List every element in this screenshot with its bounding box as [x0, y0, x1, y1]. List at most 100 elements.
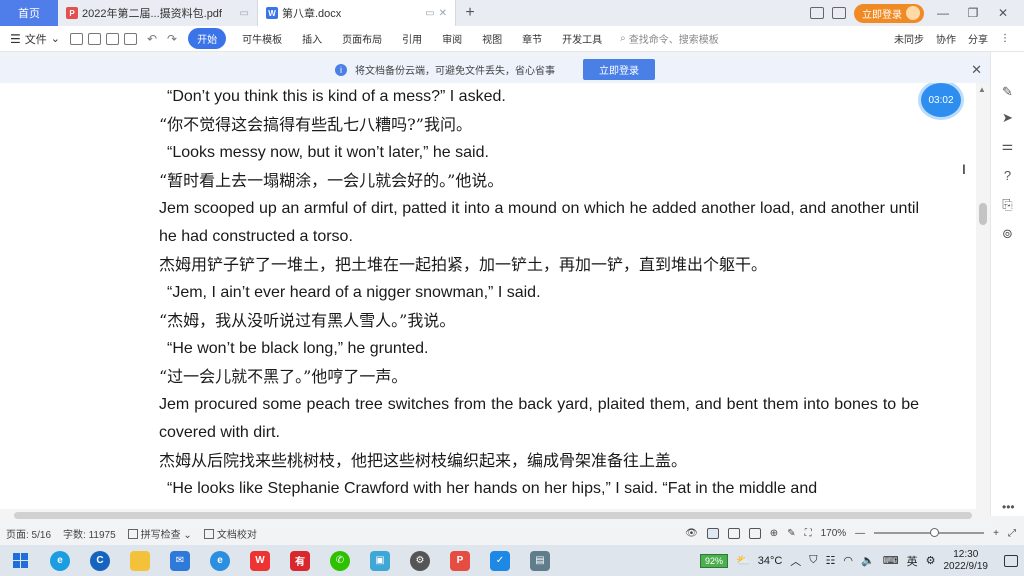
paragraph-en[interactable]: Jem scooped up an armful of dirt, patted… — [159, 195, 919, 251]
shield-icon[interactable]: ⛉ — [809, 554, 817, 567]
tab-window-icon[interactable]: ▭ — [425, 8, 434, 19]
paragraph-en[interactable]: “He looks like Stephanie Crawford with h… — [159, 475, 919, 503]
clock[interactable]: 12:30 2022/9/19 — [944, 549, 989, 573]
vertical-scrollbar[interactable]: ▲ — [976, 83, 990, 509]
export-icon[interactable] — [87, 32, 101, 45]
paragraph-en[interactable]: “Don’t you think this is kind of a mess?… — [159, 83, 919, 111]
paragraph-zh[interactable]: “过一会儿就不黑了。”他哼了一声。 — [159, 363, 919, 391]
web-view-icon[interactable]: ⊕ — [770, 528, 778, 539]
redo-icon[interactable]: ↷ — [167, 32, 177, 46]
outline-view-icon[interactable] — [727, 527, 740, 539]
tab-pdf-document[interactable]: P 2022年第二届...摄资料包.pdf ▭ — [58, 0, 258, 26]
paragraph-zh[interactable]: “你不觉得这会搞得有些乱七八糟吗?”我问。 — [159, 111, 919, 139]
paragraph-en[interactable]: “He won’t be black long,” he grunted. — [159, 335, 919, 363]
settings-sliders-icon[interactable]: ⚌ — [1000, 138, 1015, 153]
login-button[interactable]: 立即登录 — [854, 3, 924, 23]
apps-grid-icon[interactable] — [832, 7, 846, 19]
page-view-icon[interactable] — [706, 527, 719, 539]
command-search[interactable]: ⌕ 查找命令、搜索模板 — [620, 31, 719, 46]
taskbar-mail[interactable]: ✉ — [160, 545, 200, 576]
taskbar-wps[interactable]: W — [240, 545, 280, 576]
spell-check-toggle[interactable]: 拼写检查 ⌄ — [127, 526, 192, 541]
menu-sections[interactable]: 章节 — [512, 31, 552, 46]
fullscreen-icon[interactable]: ⤢ — [1008, 528, 1016, 539]
read-view-icon[interactable] — [748, 527, 761, 539]
translate-icon[interactable]: ⎘ — [1000, 197, 1015, 212]
sync-status[interactable]: 未同步 — [894, 31, 924, 46]
scrollbar-thumb[interactable] — [14, 512, 972, 519]
eye-icon[interactable]: 👁 — [685, 528, 698, 539]
home-tab[interactable]: 首页 — [0, 0, 58, 26]
share-button[interactable]: 分享 — [968, 31, 988, 46]
taskbar-youdao[interactable]: 有 — [280, 545, 320, 576]
scrollbar-thumb[interactable] — [979, 203, 987, 225]
timer-badge[interactable]: 03:02 — [921, 83, 961, 117]
menu-review[interactable]: 审阅 — [432, 31, 472, 46]
tab-word-document[interactable]: W 第八章.docx ▭ ✕ — [258, 0, 456, 26]
paragraph-en[interactable]: “Looks messy now, but it won’t later,” h… — [159, 139, 919, 167]
taskbar-app-check[interactable]: ✓ — [480, 545, 520, 576]
zoom-level[interactable]: 170% — [821, 528, 847, 539]
horizontal-scrollbar[interactable] — [0, 509, 990, 521]
zoom-slider[interactable] — [874, 528, 985, 537]
taskbar-file-explorer[interactable] — [120, 545, 160, 576]
menu-start[interactable]: 开始 — [188, 28, 227, 49]
zoom-in-icon[interactable]: + — [993, 528, 999, 539]
print-icon[interactable] — [105, 32, 119, 45]
paragraph-zh[interactable]: “暂时看上去一塌糊涂，一会儿就会好的。”他说。 — [159, 167, 919, 195]
file-menu[interactable]: ☰ 文件 ⌄ — [10, 31, 60, 47]
menu-view[interactable]: 视图 — [472, 31, 512, 46]
taskbar-edge[interactable]: e — [40, 545, 80, 576]
taskbar-wechat[interactable]: ✆ — [320, 545, 360, 576]
layout-icon[interactable] — [810, 7, 824, 19]
pen-icon[interactable]: ✎ — [1000, 84, 1015, 99]
taskbar-app-monitor[interactable]: ▣ — [360, 545, 400, 576]
notice-login-button[interactable]: 立即登录 — [583, 59, 655, 80]
paragraph-en[interactable]: “Jem, I ain’t ever heard of a nigger sno… — [159, 279, 919, 307]
taskbar-ie[interactable]: e — [200, 545, 240, 576]
battery-indicator[interactable]: 92% — [700, 553, 729, 568]
help-icon[interactable]: ? — [1000, 168, 1015, 183]
keyboard-icon[interactable]: ⌨ — [883, 554, 899, 567]
close-tab-icon[interactable]: ✕ — [439, 8, 447, 19]
menu-insert[interactable]: 插入 — [292, 31, 332, 46]
undo-icon[interactable]: ↶ — [147, 32, 157, 46]
pointer-icon[interactable]: ➤ — [1000, 110, 1015, 125]
scroll-up-icon[interactable]: ▲ — [978, 85, 986, 94]
close-icon[interactable]: ✕ — [971, 62, 982, 78]
menu-developer[interactable]: 开发工具 — [552, 31, 612, 46]
zoom-slider-knob[interactable] — [930, 528, 940, 537]
menu-references[interactable]: 引用 — [392, 31, 432, 46]
document-page[interactable]: “Don’t you think this is kind of a mess?… — [0, 83, 976, 509]
more-icon[interactable]: ⋮ — [1000, 33, 1010, 44]
minimize-icon[interactable]: — — [932, 6, 954, 20]
new-tab-button[interactable]: + — [456, 0, 484, 26]
wifi-icon[interactable]: ◠ — [843, 554, 853, 567]
paragraph-en[interactable]: Jem procured some peach tree switches fr… — [159, 391, 919, 447]
chevron-up-icon[interactable]: ︿ — [790, 553, 801, 569]
paragraph-zh[interactable]: “杰姆，我从没听说过有黑人雪人。”我说。 — [159, 307, 919, 335]
page-indicator[interactable]: 页面: 5/16 — [6, 526, 51, 541]
fit-page-icon[interactable]: ⛶ — [805, 528, 812, 539]
document-content[interactable]: “Don’t you think this is kind of a mess?… — [159, 83, 919, 503]
ime-indicator[interactable]: 英 — [907, 553, 918, 569]
ime-settings-icon[interactable]: ⚙ — [926, 554, 936, 567]
menu-page-layout[interactable]: 页面布局 — [332, 31, 392, 46]
preview-icon[interactable] — [123, 32, 137, 45]
menu-templates[interactable]: 可牛模板 — [232, 31, 292, 46]
taskbar-settings[interactable]: ⚙ — [400, 545, 440, 576]
notification-icon[interactable] — [1004, 554, 1018, 567]
taskbar-app-blue[interactable]: C — [80, 545, 120, 576]
network-icon[interactable]: ☷ — [826, 554, 836, 567]
collab-button[interactable]: 协作 — [936, 31, 956, 46]
save-icon[interactable] — [69, 32, 83, 45]
taskbar-pdf[interactable]: P — [440, 545, 480, 576]
restore-icon[interactable]: ❐ — [962, 6, 984, 20]
word-count[interactable]: 字数: 11975 — [63, 526, 116, 541]
taskbar-app-computer[interactable]: ▤ — [520, 545, 560, 576]
location-icon[interactable]: ⊚ — [1000, 226, 1015, 241]
more-dots-icon[interactable]: ••• — [1002, 500, 1015, 514]
write-view-icon[interactable]: ✎ — [787, 528, 795, 539]
volume-icon[interactable]: 🔈 — [861, 554, 875, 567]
paragraph-zh[interactable]: 杰姆从后院找来些桃树枝，他把这些树枝编织起来，编成骨架准备往上盖。 — [159, 447, 919, 475]
